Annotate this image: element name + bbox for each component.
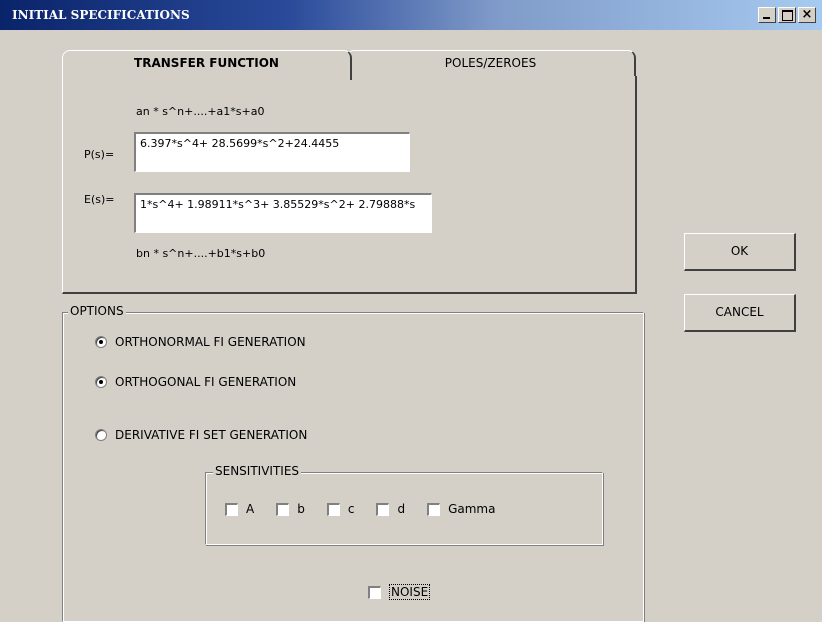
checkbox-noise[interactable]: NOISE [368, 584, 431, 600]
options-group-label: OPTIONS [68, 304, 126, 318]
checkbox-label: A [246, 502, 255, 516]
checkbox-icon[interactable] [368, 585, 381, 599]
maximize-button[interactable] [778, 7, 796, 23]
window-controls: × [758, 7, 816, 23]
radio-orthogonal[interactable]: ORTHOGONAL FI GENERATION [95, 375, 296, 389]
radio-button-icon[interactable] [95, 376, 107, 388]
radio-derivative[interactable]: DERIVATIVE FI SET GENERATION [95, 428, 307, 442]
checkbox-icon[interactable] [376, 502, 390, 516]
minimize-button[interactable] [758, 7, 776, 23]
radio-label: DERIVATIVE FI SET GENERATION [115, 428, 308, 442]
radio-button-icon[interactable] [95, 336, 107, 348]
checkbox-gamma[interactable]: Gamma [427, 502, 495, 516]
minimize-icon [759, 8, 775, 22]
checkbox-icon[interactable] [276, 502, 290, 516]
checkbox-label: Gamma [448, 502, 496, 516]
checkbox-c[interactable]: c [326, 502, 355, 516]
noise-label: NOISE [389, 584, 431, 600]
ok-button[interactable]: OK [684, 233, 796, 271]
denominator-hint: bn * s^n+....+b1*s+b0 [136, 247, 266, 260]
tab-poles-zeroes[interactable]: POLES/ZEROES [346, 50, 636, 76]
maximize-icon [779, 8, 795, 22]
checkbox-b[interactable]: b [276, 502, 305, 516]
sensitivities-group-label: SENSITIVITIES [213, 464, 302, 478]
numerator-hint: an * s^n+....+a1*s+a0 [136, 105, 265, 118]
window-title: INITIAL SPECIFICATIONS [12, 8, 190, 22]
checkbox-label: c [347, 502, 355, 516]
radio-orthonormal[interactable]: ORTHONORMAL FI GENERATION [95, 335, 306, 349]
p-numerator-input[interactable]: 6.397*s^4+ 28.5699*s^2+24.4455 [134, 132, 410, 172]
sensitivities-checkboxes: A b c d Gamma [225, 502, 509, 516]
checkbox-d[interactable]: d [376, 502, 405, 516]
radio-label: ORTHONORMAL FI GENERATION [115, 335, 306, 349]
cancel-button[interactable]: CANCEL [684, 294, 796, 332]
p-label: P(s)= [84, 148, 115, 161]
radio-button-icon[interactable] [95, 429, 107, 441]
checkbox-label: b [297, 502, 305, 516]
e-label: E(s)= [84, 193, 115, 206]
tab-transfer-function[interactable]: TRANSFER FUNCTION [62, 50, 352, 80]
transfer-function-panel: an * s^n+....+a1*s+a0 P(s)= 6.397*s^4+ 2… [62, 76, 637, 294]
checkbox-icon[interactable] [326, 502, 340, 516]
checkbox-label: d [397, 502, 406, 516]
close-icon: × [801, 7, 813, 22]
checkbox-icon[interactable] [427, 502, 441, 516]
checkbox-a[interactable]: A [225, 502, 254, 516]
checkbox-icon[interactable] [225, 502, 238, 516]
title-bar[interactable]: INITIAL SPECIFICATIONS × [0, 0, 822, 30]
e-denominator-input[interactable]: 1*s^4+ 1.98911*s^3+ 3.85529*s^2+ 2.79888… [134, 193, 432, 233]
radio-label: ORTHOGONAL FI GENERATION [115, 375, 297, 389]
close-button[interactable]: × [798, 7, 816, 23]
options-group [62, 312, 644, 622]
